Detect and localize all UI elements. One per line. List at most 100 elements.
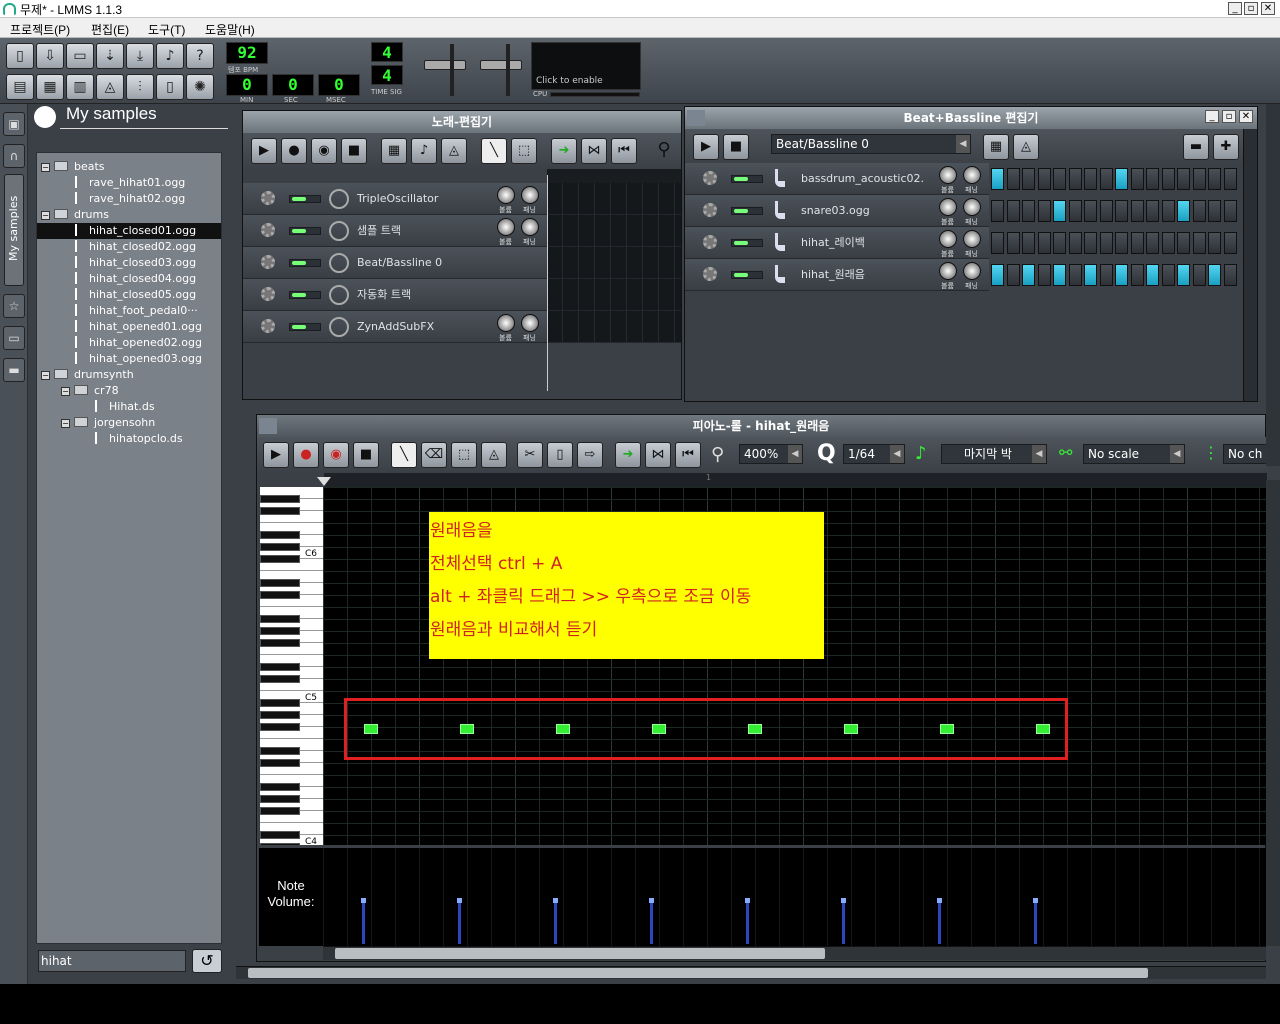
menu-project[interactable]: 프로젝트(P) — [10, 21, 70, 38]
workspace-scroll-thumb[interactable] — [248, 968, 1148, 978]
bb-remove-steps-icon[interactable]: ▬ — [1183, 134, 1209, 160]
bb-step[interactable] — [1053, 168, 1066, 190]
automation-editor-icon[interactable]: ◬ — [96, 74, 124, 100]
black-key[interactable] — [260, 795, 300, 803]
bb-selector[interactable]: Beat/Bassline 0 ◀ — [771, 134, 971, 154]
track-settings-icon[interactable] — [261, 319, 275, 333]
bb-step[interactable] — [1084, 264, 1097, 286]
volume-knob[interactable] — [497, 314, 515, 332]
black-key[interactable] — [260, 591, 300, 599]
time-sig-denominator[interactable]: 4 — [371, 65, 403, 85]
controller-rack-icon[interactable]: ✺ — [186, 74, 214, 100]
song-track[interactable]: Beat/Bassline 0 — [243, 247, 547, 279]
workspace-horizontal-scrollbar[interactable] — [236, 966, 1266, 979]
pr-select-mode-icon[interactable]: ⬚ — [451, 442, 477, 468]
volume-knob[interactable] — [497, 218, 515, 236]
pr-draw-mode-icon[interactable]: ╲ — [391, 442, 417, 468]
song-editor-icon[interactable]: ▤ — [6, 74, 34, 100]
pr-auto-scroll-icon[interactable]: ➜ — [615, 442, 641, 468]
bb-step[interactable] — [1068, 264, 1082, 286]
tree-item-file[interactable]: hihat_closed01.ogg — [37, 223, 221, 239]
black-key[interactable] — [260, 783, 300, 791]
bb-step[interactable] — [1177, 264, 1190, 286]
menu-help[interactable]: 도움말(H) — [205, 21, 255, 38]
scale-combo[interactable]: No scale ◀ — [1083, 444, 1185, 464]
bb-panning-knob[interactable] — [963, 198, 981, 216]
song-track[interactable]: 자동화 트랙 — [243, 279, 547, 311]
bb-step[interactable] — [1037, 168, 1051, 190]
bb-editor-icon[interactable]: ▦ — [36, 74, 64, 100]
tree-item-folder[interactable]: − cr78 — [37, 383, 221, 399]
zoom-combo[interactable]: 400% ◀ — [739, 444, 803, 464]
panning-knob[interactable] — [521, 218, 539, 236]
track-settings-icon[interactable] — [261, 255, 275, 269]
tab-my-samples[interactable]: My samples — [4, 174, 24, 286]
piano-keyboard[interactable]: C6 C5 C4 — [260, 487, 324, 845]
note-volume-bar[interactable] — [553, 898, 558, 944]
tempo-display[interactable]: 92 — [226, 42, 268, 64]
close-button[interactable]: ✕ — [1261, 2, 1275, 15]
bb-panning-knob[interactable] — [963, 166, 981, 184]
quantize-combo[interactable]: 1/64 ◀ — [843, 444, 905, 464]
bb-panning-knob[interactable] — [963, 262, 981, 280]
bb-track-name[interactable]: hihat_레이백 — [801, 227, 865, 259]
bb-track[interactable]: hihat_레이백 볼륨 패닝 — [685, 227, 989, 259]
tree-item-file[interactable]: hihat_closed03.ogg — [37, 255, 221, 271]
pr-erase-mode-icon[interactable]: ⌫ — [421, 442, 447, 468]
bb-add-steps-icon[interactable]: ✚ — [1213, 134, 1239, 160]
bb-volume-knob[interactable] — [939, 198, 957, 216]
bb-step[interactable] — [1068, 232, 1082, 254]
bb-step[interactable] — [1006, 264, 1020, 286]
tree-item-file[interactable]: rave_hihat02.ogg — [37, 191, 221, 207]
bb-step[interactable] — [1146, 264, 1159, 286]
bb-step[interactable] — [1037, 264, 1051, 286]
note-volume-bar[interactable] — [361, 898, 366, 944]
bb-step[interactable] — [1053, 232, 1066, 254]
recent-projects-icon[interactable]: ⇣ — [96, 43, 124, 69]
pr-detune-mode-icon[interactable]: ◬ — [481, 442, 507, 468]
tree-item-file[interactable]: hihat_opened02.ogg — [37, 335, 221, 351]
black-key[interactable] — [260, 759, 300, 767]
bb-stop-button[interactable]: ■ — [723, 134, 749, 160]
bb-step[interactable] — [1192, 232, 1206, 254]
record-while-playing-button[interactable]: ◉ — [311, 138, 337, 164]
black-key[interactable] — [260, 615, 300, 623]
tree-item-file[interactable]: hihat_closed04.ogg — [37, 271, 221, 287]
bb-add-track-icon[interactable]: ▦ — [983, 134, 1009, 160]
song-track[interactable]: ZynAddSubFX 볼륨 패닝 — [243, 311, 547, 343]
bb-step[interactable] — [1099, 264, 1113, 286]
bb-step[interactable] — [1068, 168, 1082, 190]
note-volume-bar[interactable] — [745, 898, 750, 944]
track-name[interactable]: Beat/Bassline 0 — [357, 247, 442, 279]
zoom-icon[interactable]: ⚲ — [651, 138, 677, 164]
track-settings-icon[interactable] — [261, 191, 275, 205]
note-volume-bar[interactable] — [937, 898, 942, 944]
bb-step[interactable] — [1208, 232, 1221, 254]
bb-step[interactable] — [1223, 232, 1237, 254]
bb-step[interactable] — [1130, 264, 1144, 286]
bb-step[interactable] — [1099, 168, 1113, 190]
master-volume-slider[interactable] — [424, 60, 466, 70]
bb-step[interactable] — [1084, 200, 1097, 222]
black-key[interactable] — [260, 495, 300, 503]
black-key[interactable] — [260, 843, 300, 845]
note-length-combo[interactable]: 마지막 박 ◀ — [941, 444, 1047, 464]
bb-step[interactable] — [1115, 168, 1128, 190]
bb-step[interactable] — [1208, 168, 1221, 190]
bb-step[interactable] — [1130, 168, 1144, 190]
pr-vertical-scrollbar[interactable] — [1266, 480, 1280, 946]
bb-step[interactable] — [1177, 232, 1190, 254]
tree-item-folder[interactable]: − jorgensohn — [37, 415, 221, 431]
tree-item-folder[interactable]: − drumsynth — [37, 367, 221, 383]
bb-track-settings-icon[interactable] — [703, 203, 717, 217]
my-home-icon[interactable]: ▭ — [3, 326, 25, 350]
collapse-toggle-icon[interactable]: − — [61, 419, 70, 428]
volume-knob[interactable] — [497, 186, 515, 204]
bb-step[interactable] — [1161, 168, 1175, 190]
bb-play-button[interactable]: ▶ — [693, 134, 719, 160]
my-presets-icon[interactable]: ☆ — [3, 294, 25, 318]
bb-step[interactable] — [1022, 264, 1035, 286]
bb-step[interactable] — [1099, 200, 1113, 222]
bb-step[interactable] — [1068, 200, 1082, 222]
track-name[interactable]: 샘플 트랙 — [357, 215, 401, 247]
